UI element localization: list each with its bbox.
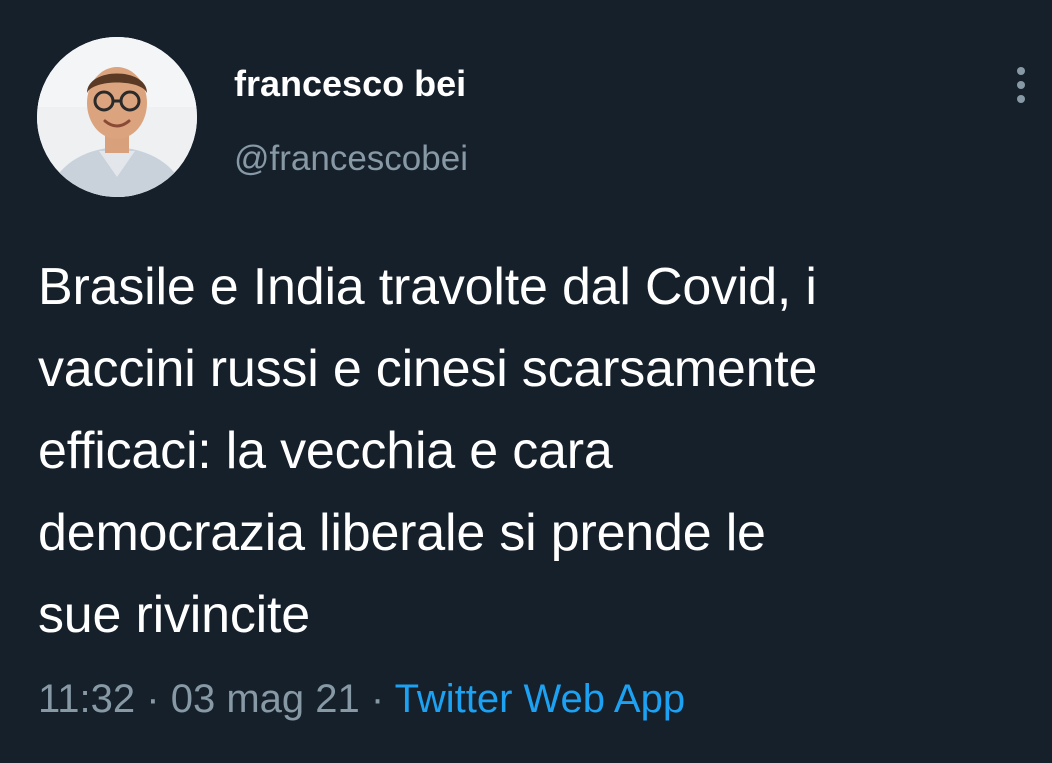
tweet-detail: francesco bei @francescobei Brasile e In… [0, 0, 1052, 763]
more-options-button[interactable] [1004, 62, 1038, 108]
tweet-text-line: Brasile e India travolte dal Covid, i [38, 258, 817, 316]
tweet-text-line: sue rivincite [38, 586, 310, 644]
tweet-text: Brasile e India travolte dal Covid, i va… [38, 246, 1043, 656]
tweet-date[interactable]: 03 mag 21 [171, 677, 360, 721]
profile-photo-icon [37, 37, 197, 197]
more-vertical-icon-dot [1017, 81, 1025, 89]
tweet-text-line: vaccini russi e cinesi scarsamente [38, 340, 818, 398]
more-vertical-icon-dot [1017, 95, 1025, 103]
tweet-text-line: efficaci: la vecchia e cara [38, 422, 613, 480]
meta-separator: · [146, 677, 160, 721]
tweet-text-line: democrazia liberale si prende le [38, 504, 766, 562]
meta-separator: · [370, 677, 385, 721]
avatar[interactable] [37, 37, 197, 197]
tweet-meta: 11:32 · 03 mag 21 · Twitter Web App [38, 672, 685, 726]
author-handle[interactable]: @francescobei [234, 136, 468, 182]
more-vertical-icon [1017, 67, 1025, 75]
tweet-time[interactable]: 11:32 [38, 677, 135, 721]
tweet-source-link[interactable]: Twitter Web App [395, 677, 686, 721]
author-display-name[interactable]: francesco bei [234, 60, 466, 108]
